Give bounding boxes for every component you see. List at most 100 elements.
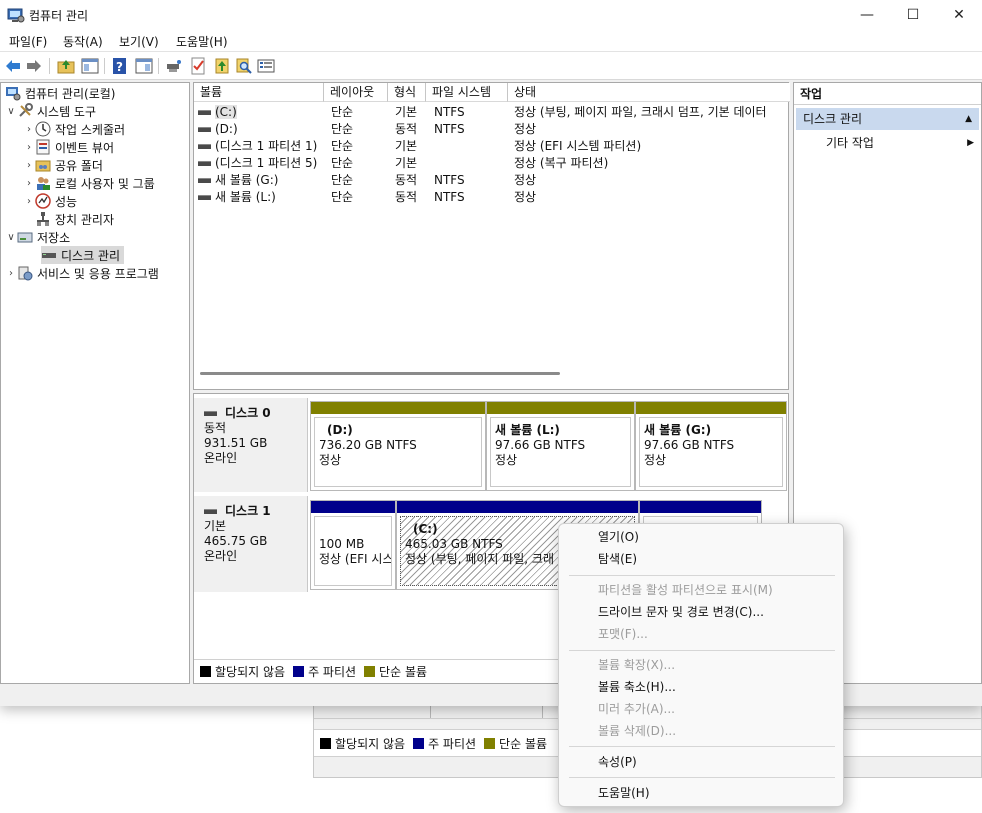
chevron-down-icon[interactable]: ∨: [5, 232, 17, 243]
tree-item-performance[interactable]: › 성능: [23, 192, 77, 210]
tree-item-local-users[interactable]: › 로컬 사용자 및 그룹: [23, 174, 155, 192]
table-row[interactable]: 새 볼륨 (L:) 단순 동적 NTFS 정상: [194, 189, 788, 206]
menu-view[interactable]: 보기(V): [119, 33, 159, 50]
menu-item-change-drive-letter[interactable]: 드라이브 문자 및 경로 변경(C)...: [598, 603, 764, 621]
show-hide-tree-icon[interactable]: [81, 57, 99, 75]
disk-0-status: 온라인: [204, 451, 238, 465]
menu-item-extend-volume[interactable]: 볼륨 확장(X)...: [598, 656, 675, 674]
menu-item-add-mirror[interactable]: 미러 추가(A)...: [598, 700, 675, 718]
disk-0-info[interactable]: 디스크 0 동적 931.51 GB 온라인: [194, 398, 308, 492]
menu-item-open[interactable]: 열기(O): [598, 528, 639, 546]
partition-l[interactable]: 새 볼륨 (L:) 97.66 GB NTFS 정상: [486, 401, 635, 491]
menu-item-explore[interactable]: 탐색(E): [598, 550, 637, 568]
tree-item-label: 디스크 관리: [61, 248, 121, 263]
tree-root[interactable]: 컴퓨터 관리(로컬): [5, 84, 115, 102]
cell-volume: 새 볼륨 (L:): [198, 189, 322, 206]
properties-icon[interactable]: [257, 57, 275, 75]
tree-item-event-viewer[interactable]: › 이벤트 뷰어: [23, 138, 114, 156]
chevron-right-icon[interactable]: ›: [23, 124, 35, 135]
column-header-layout[interactable]: 레이아웃: [324, 83, 388, 102]
back-arrow-icon[interactable]: [4, 57, 22, 75]
connect-icon[interactable]: [165, 57, 183, 75]
check-list-icon[interactable]: [189, 57, 207, 75]
menu-item-shrink-volume[interactable]: 볼륨 축소(H)...: [598, 678, 676, 696]
forward-arrow-icon[interactable]: [25, 57, 43, 75]
disk-1-status: 온라인: [204, 549, 238, 563]
action-more-actions[interactable]: 기타 작업 ▶: [826, 133, 979, 153]
simple-volume-bar: [311, 402, 485, 414]
chevron-right-icon[interactable]: ›: [23, 196, 35, 207]
collapse-up-icon[interactable]: ▲: [965, 108, 972, 130]
table-row[interactable]: (디스크 1 파티션 1) 단순 기본 정상 (EFI 시스템 파티션): [194, 138, 788, 155]
tree-item-label: 성능: [55, 194, 78, 209]
search-icon[interactable]: [235, 57, 253, 75]
cell-status: 정상 (EFI 시스템 파티션): [514, 139, 642, 153]
storage-icon: [17, 232, 33, 243]
cell-layout: 단순: [331, 105, 354, 119]
legend-label: 할당되지 않음: [215, 665, 286, 679]
menu-help[interactable]: 도움말(H): [176, 33, 228, 50]
column-header-status[interactable]: 상태: [508, 83, 790, 102]
maximize-icon: ☐: [906, 7, 920, 23]
actions-section-disk-management[interactable]: 디스크 관리 ▲: [796, 108, 979, 130]
column-header-file-system[interactable]: 파일 시스템: [426, 83, 508, 102]
partition-g[interactable]: 새 볼륨 (G:) 97.66 GB NTFS 정상: [635, 401, 787, 491]
partition-size: 100 MB: [319, 537, 365, 551]
show-hide-action-pane-icon[interactable]: [135, 57, 153, 75]
tree-item-task-scheduler[interactable]: › 작업 스케줄러: [23, 120, 125, 138]
horizontal-scrollbar[interactable]: [200, 372, 560, 375]
volume-list: 볼륨 레이아웃 형식 파일 시스템 상태 (C:) 단순 기본 NTFS 정상 …: [193, 82, 790, 390]
help-icon[interactable]: ?: [111, 57, 129, 75]
partition-d[interactable]: (D:) 736.20 GB NTFS 정상: [310, 401, 486, 491]
menu-separator: [569, 746, 835, 747]
chevron-right-icon[interactable]: ›: [23, 178, 35, 189]
menu-item-delete-volume[interactable]: 볼륨 삭제(D)...: [598, 722, 676, 740]
tree-item-system-tools[interactable]: ∨ 시스템 도구: [5, 102, 96, 120]
table-row[interactable]: 새 볼륨 (G:) 단순 동적 NTFS 정상: [194, 172, 788, 189]
maximize-button[interactable]: ☐: [890, 0, 936, 30]
chevron-right-icon[interactable]: ›: [23, 160, 35, 171]
close-button[interactable]: ✕: [936, 0, 982, 30]
table-row[interactable]: (D:) 단순 동적 NTFS 정상: [194, 121, 788, 138]
menu-item-mark-active[interactable]: 파티션을 활성 파티션으로 표시(M): [598, 581, 773, 599]
toolbar-separator: [158, 58, 159, 74]
partition-label: (D:): [327, 423, 353, 437]
chevron-right-icon[interactable]: ›: [23, 142, 35, 153]
system-tools-icon: [19, 103, 33, 117]
partition-efi[interactable]: 100 MB 정상 (EFI 시스: [310, 500, 396, 590]
tree-item-storage[interactable]: ∨ 저장소: [5, 228, 70, 246]
cell-file-system: NTFS: [434, 190, 465, 204]
minimize-button[interactable]: —: [844, 0, 890, 30]
tree-item-services-apps[interactable]: › 서비스 및 응용 프로그램: [5, 264, 159, 282]
tree-item-shared-folders[interactable]: › 공유 폴더: [23, 156, 103, 174]
legend-item: 단순 볼륨: [364, 663, 427, 680]
partition-body: 새 볼륨 (L:) 97.66 GB NTFS 정상: [490, 417, 631, 487]
partition-status: 정상: [644, 453, 667, 467]
menu-item-help[interactable]: 도움말(H): [598, 784, 650, 802]
column-header-type[interactable]: 형식: [388, 83, 426, 102]
tree-item-device-manager[interactable]: 장치 관리자: [35, 210, 114, 228]
tree-item-label: 이벤트 뷰어: [55, 140, 115, 155]
menu-action[interactable]: 동작(A): [63, 33, 103, 50]
menu-item-properties[interactable]: 속성(P): [598, 753, 637, 771]
simple-volume-bar: [487, 402, 634, 414]
cell-volume: (디스크 1 파티션 1): [198, 138, 328, 155]
tree-item-disk-management[interactable]: 디스크 관리: [41, 246, 125, 264]
table-row[interactable]: (C:) 단순 기본 NTFS 정상 (부팅, 페이지 파일, 크래시 덤프, …: [194, 104, 788, 121]
services-icon: [18, 266, 33, 281]
tree-item-label: 서비스 및 응용 프로그램: [37, 266, 159, 281]
chevron-right-icon[interactable]: ›: [5, 268, 17, 279]
export-icon[interactable]: [213, 57, 231, 75]
toolbar: ?: [0, 52, 982, 80]
table-row[interactable]: (디스크 1 파티션 5) 단순 기본 정상 (복구 파티션): [194, 155, 788, 172]
column-header-volume[interactable]: 볼륨: [194, 83, 324, 102]
chevron-down-icon[interactable]: ∨: [5, 106, 17, 117]
disk-1-info[interactable]: 디스크 1 기본 465.75 GB 온라인: [194, 496, 308, 592]
up-folder-icon[interactable]: [57, 57, 75, 75]
menu-file[interactable]: 파일(F): [9, 33, 47, 50]
partition-status: 정상: [495, 453, 518, 467]
close-icon: ✕: [953, 7, 965, 23]
volume-name: (C:): [215, 105, 237, 119]
menu-item-format[interactable]: 포맷(F)...: [598, 625, 648, 643]
primary-partition-bar: [640, 501, 761, 513]
